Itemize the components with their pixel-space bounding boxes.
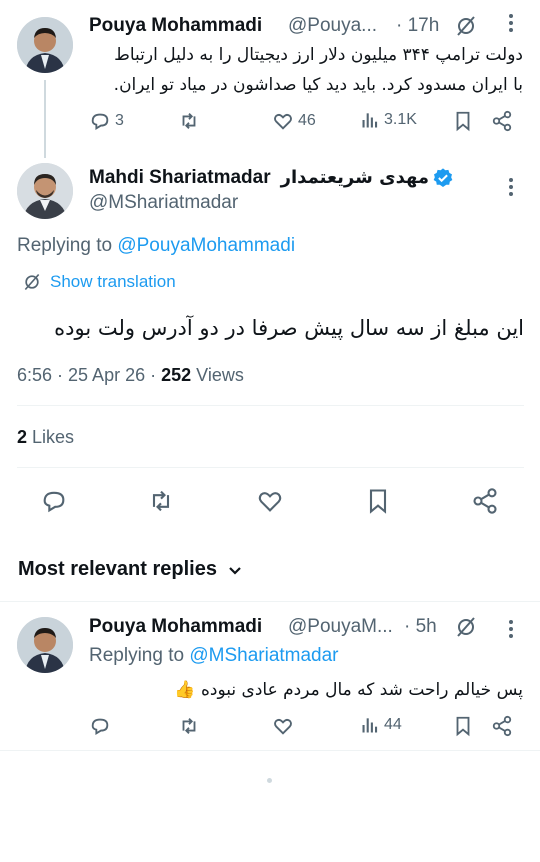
translate-icon bbox=[24, 273, 40, 291]
main-likes-row[interactable]: 2 Likes bbox=[17, 427, 74, 448]
reply-icon bbox=[91, 113, 109, 130]
verified-badge-icon bbox=[432, 167, 454, 189]
main-replying-to: Replying to @PouyaMohammadi bbox=[17, 235, 295, 257]
reply1-time[interactable]: · 5h bbox=[404, 616, 437, 638]
reply1-replying-link[interactable]: @MShariatmadar bbox=[189, 645, 338, 666]
main-timestamp[interactable]: 6:56 · 25 Apr 26 · bbox=[17, 365, 161, 385]
reply1-bookmark-icon[interactable] bbox=[452, 715, 474, 737]
main-more-icon[interactable] bbox=[508, 176, 516, 202]
tweet1-bookmark-icon[interactable] bbox=[452, 110, 474, 132]
reply1-views-button[interactable]: 44 bbox=[360, 715, 402, 735]
chevron-down-icon bbox=[229, 566, 241, 575]
show-translation-label: Show translation bbox=[50, 272, 176, 291]
heart-icon bbox=[274, 113, 292, 130]
show-translation-link[interactable]: Show translation bbox=[22, 272, 176, 292]
avatar-pouya[interactable] bbox=[17, 17, 73, 73]
main-bookmark-icon[interactable] bbox=[364, 487, 392, 515]
reply1-share-icon[interactable] bbox=[491, 715, 513, 737]
main-author-name-fa[interactable]: مهدی شریعتمدار bbox=[281, 167, 429, 188]
main-views-count: 252 bbox=[161, 365, 192, 385]
grok-icon[interactable] bbox=[454, 14, 478, 38]
main-timestamp-row: 6:56 · 25 Apr 26 · 252 Views bbox=[17, 365, 244, 386]
avatar-reply-pouya[interactable] bbox=[17, 617, 73, 673]
main-share-icon[interactable] bbox=[471, 487, 499, 515]
sort-replies-dropdown[interactable]: Most relevant replies bbox=[18, 558, 243, 581]
tweet1-reply-count: 3 bbox=[115, 112, 124, 129]
reply1-author-name[interactable]: Pouya Mohammadi bbox=[89, 616, 262, 638]
divider-2 bbox=[17, 467, 524, 468]
main-retweet-icon[interactable] bbox=[147, 487, 175, 515]
tweet1-author-handle[interactable]: @Pouya... bbox=[288, 15, 377, 37]
reply1-retweet-icon[interactable] bbox=[178, 715, 200, 737]
tweet1-share-icon[interactable] bbox=[491, 110, 513, 132]
tweet1-like-count: 46 bbox=[298, 112, 316, 129]
tweet1-time[interactable]: · 17h bbox=[396, 15, 439, 37]
main-replying-prefix: Replying to bbox=[17, 235, 118, 256]
tweet1-text-line2: با ایران مسدود کرد. باید دید کیا صداشون … bbox=[113, 75, 523, 95]
reply1-replying-to: Replying to @MShariatmadar bbox=[89, 645, 339, 667]
main-author-handle[interactable]: @MShariatmadar bbox=[89, 192, 238, 214]
main-views-label: Views bbox=[191, 365, 244, 385]
reply1-text: پس خیالم راحت شد که مال مردم عادی نبوده … bbox=[174, 680, 523, 700]
main-likes-count: 2 bbox=[17, 427, 28, 447]
main-tweet-text: این مبلغ از سه سال پیش صرفا در دو آدرس و… bbox=[54, 316, 524, 340]
tweet1-retweet-button[interactable] bbox=[178, 110, 200, 132]
reply1-replying-prefix: Replying to bbox=[89, 645, 190, 666]
reply1-author-handle[interactable]: @PouyaM... bbox=[288, 616, 393, 638]
divider-3 bbox=[0, 601, 540, 602]
sort-replies-label: Most relevant replies bbox=[18, 558, 217, 580]
tweet1-views-button[interactable]: 3.1K bbox=[360, 110, 417, 130]
tweet1-author-name[interactable]: Pouya Mohammadi bbox=[89, 15, 262, 37]
loading-indicator-dot bbox=[267, 778, 272, 783]
tweet1-like-button[interactable]: 46 bbox=[272, 110, 316, 132]
retweet-icon bbox=[182, 113, 196, 129]
tweet1-more-icon[interactable] bbox=[508, 12, 516, 38]
reply1-grok-icon[interactable] bbox=[454, 615, 478, 639]
avatar-mahdi[interactable] bbox=[17, 163, 73, 219]
tweet1-views-count: 3.1K bbox=[384, 111, 417, 128]
main-replying-link[interactable]: @PouyaMohammadi bbox=[117, 235, 295, 256]
divider-4 bbox=[0, 750, 540, 751]
reply1-reply-icon[interactable] bbox=[89, 715, 111, 737]
reply1-views-icon bbox=[362, 718, 378, 733]
reply1-like-icon[interactable] bbox=[272, 715, 294, 737]
reply1-views-count: 44 bbox=[384, 716, 402, 733]
main-like-icon[interactable] bbox=[256, 487, 284, 515]
main-reply-icon[interactable] bbox=[40, 487, 68, 515]
main-likes-label: Likes bbox=[27, 427, 75, 447]
divider-1 bbox=[17, 405, 524, 406]
thread-line bbox=[44, 80, 46, 158]
reply1-more-icon[interactable] bbox=[508, 618, 516, 644]
tweet1-text-line1: دولت ترامپ ۳۴۴ میلیون دلار ارز دیجیتال ر… bbox=[114, 45, 523, 65]
main-author-name[interactable]: Mahdi Shariatmadar bbox=[89, 167, 271, 189]
tweet1-reply-button[interactable]: 3 bbox=[89, 110, 124, 132]
views-icon bbox=[362, 113, 378, 128]
